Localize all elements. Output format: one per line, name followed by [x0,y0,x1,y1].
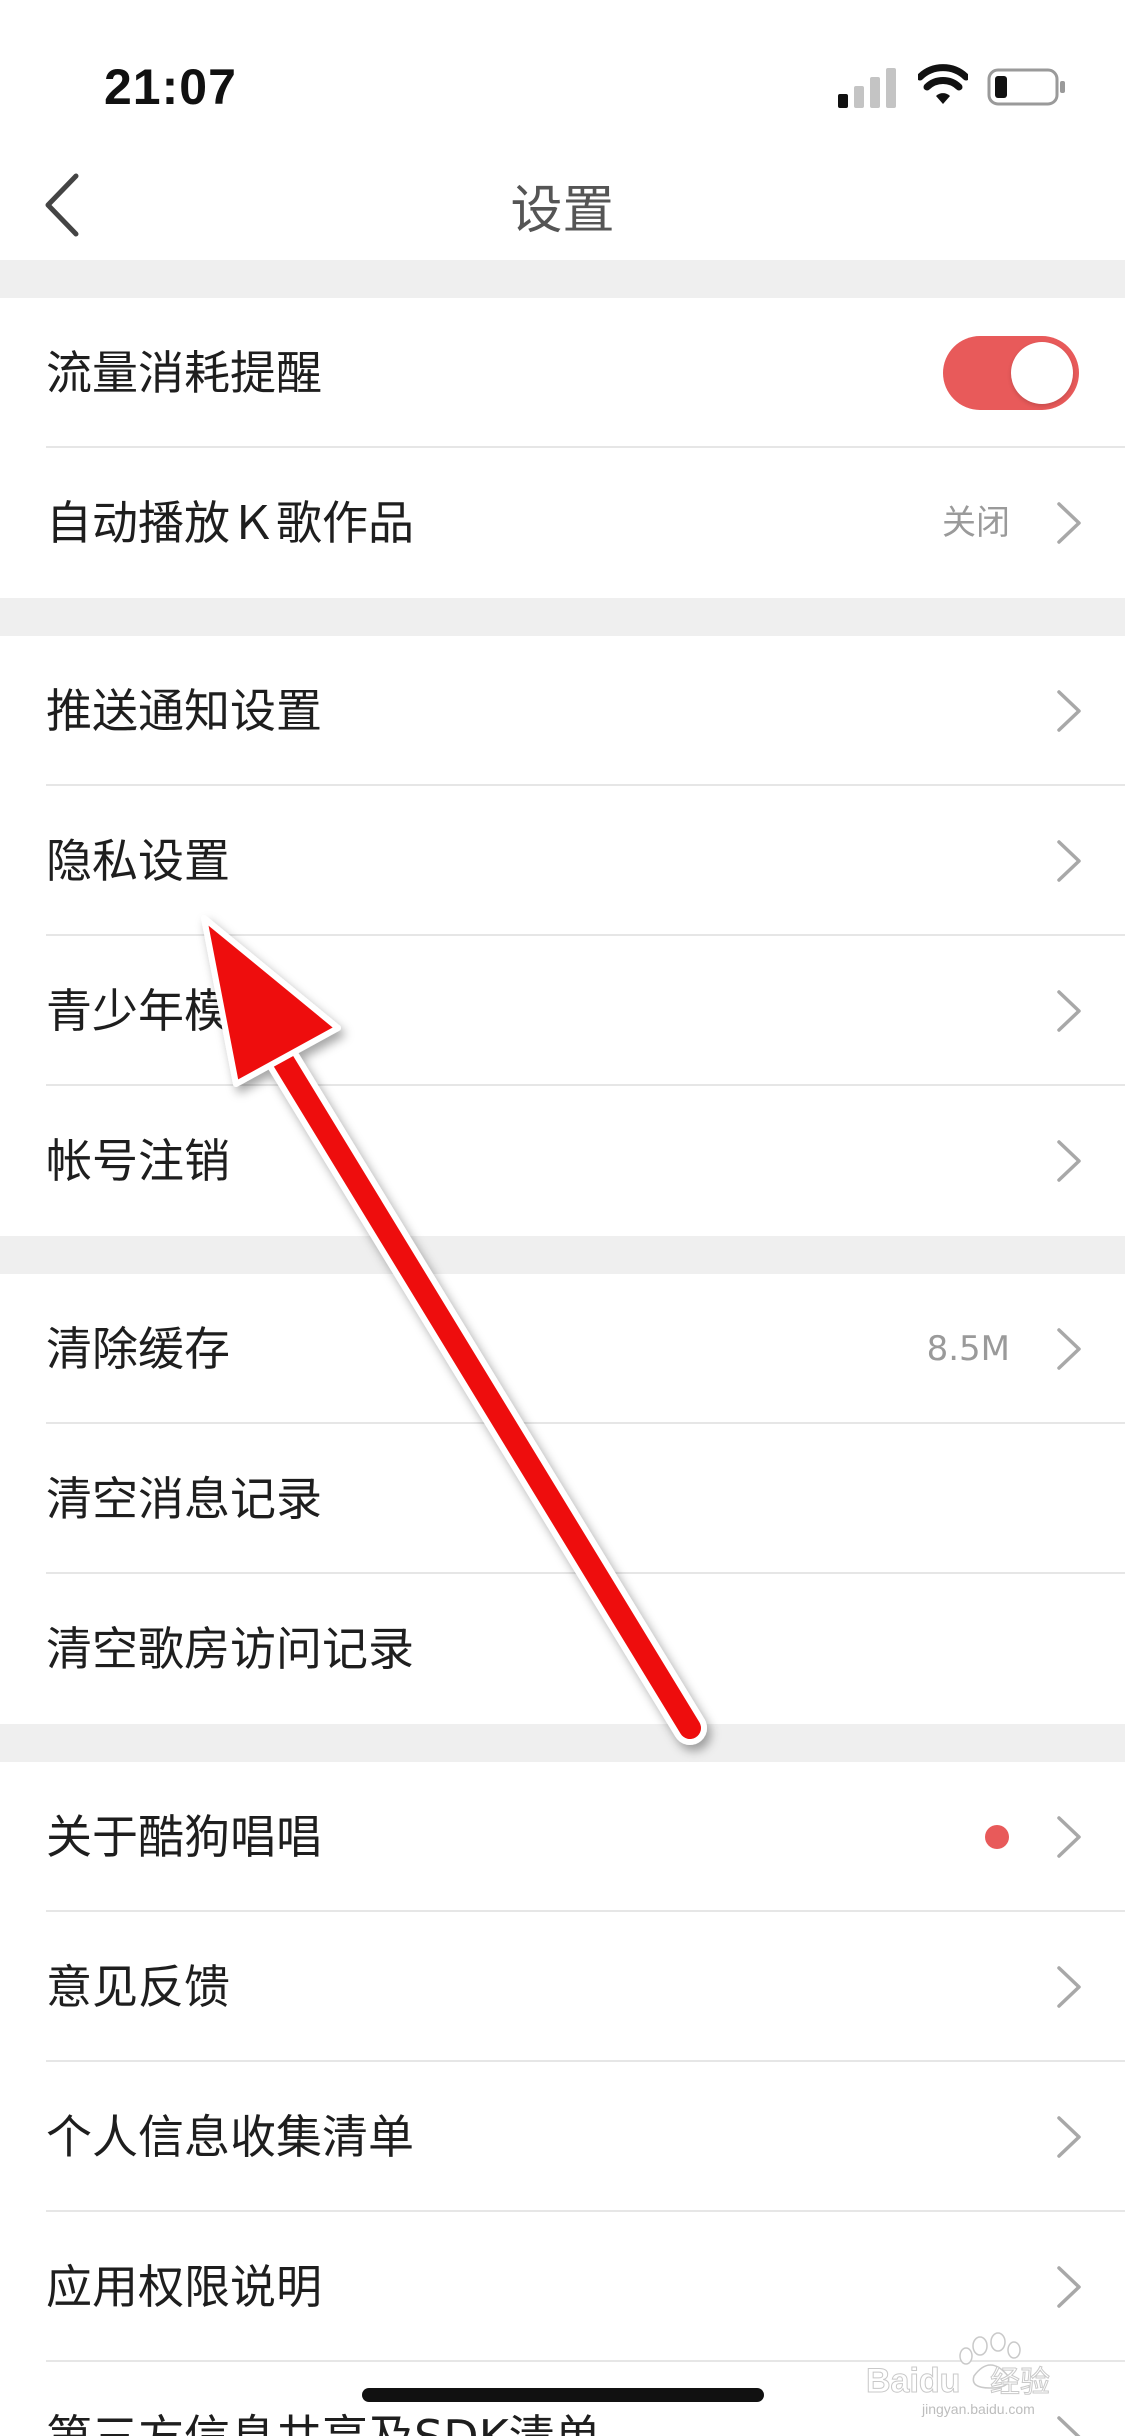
battery-icon [987,68,1065,106]
svg-text:经验: 经验 [990,2365,1050,2400]
row-label: 流量消耗提醒 [46,346,322,400]
row-personal-info-list[interactable]: 个人信息收集清单 [0,2062,1125,2212]
row-label: 青少年模式 [46,984,276,1038]
chevron-right-icon [1057,1140,1081,1182]
row-label: 意见反馈 [46,1960,230,2014]
row-clear-cache[interactable]: 清除缓存 8.5M [0,1274,1125,1424]
row-teen-mode[interactable]: 青少年模式 [0,936,1125,1086]
chevron-right-icon [1057,1966,1081,2008]
svg-text:jingyan.baidu.com: jingyan.baidu.com [921,2401,1035,2417]
chevron-right-icon [1057,840,1081,882]
chevron-right-icon [1057,1816,1081,1858]
row-push-notifications[interactable]: 推送通知设置 [0,636,1125,786]
row-about[interactable]: 关于酷狗唱唱 [0,1762,1125,1912]
section-separator [0,260,1125,298]
row-label: 应用权限说明 [46,2260,322,2314]
row-label: 个人信息收集清单 [46,2110,414,2164]
section-separator [0,1724,1125,1762]
row-label: 清空消息记录 [46,1472,322,1526]
chevron-right-icon [1057,502,1081,544]
data-usage-toggle[interactable] [943,336,1079,410]
chevron-right-icon [1057,2266,1081,2308]
row-clear-room-history[interactable]: 清空歌房访问记录 [0,1574,1125,1724]
row-label: 隐私设置 [46,834,230,888]
chevron-right-icon [1057,2116,1081,2158]
section-separator [0,598,1125,636]
row-feedback[interactable]: 意见反馈 [0,1912,1125,2062]
row-label: 清空歌房访问记录 [46,1622,414,1676]
section-separator [0,1236,1125,1274]
row-label: 关于酷狗唱唱 [46,1810,322,1864]
svg-text:Baidu: Baidu [866,2362,960,2400]
status-time: 21:07 [104,59,237,115]
row-account-deletion[interactable]: 帐号注销 [0,1086,1125,1236]
toggle-knob [1011,342,1073,404]
row-clear-messages[interactable]: 清空消息记录 [0,1424,1125,1574]
row-data-usage-reminder[interactable]: 流量消耗提醒 [0,298,1125,448]
new-badge-dot [985,1825,1009,1849]
row-value: 8.5M [926,1329,1010,1369]
page-title: 设置 [510,181,615,241]
status-bar: 21:07 [0,0,1125,140]
chevron-right-icon [1057,1328,1081,1370]
row-label: 推送通知设置 [46,684,322,738]
wifi-icon [918,64,968,104]
nav-bar: 设置 [0,140,1125,260]
chevron-right-icon [1057,690,1081,732]
baidu-jingyan-watermark: Baidu 经验 jingyan.baidu.com [866,2332,1051,2417]
chevron-right-icon [1057,990,1081,1032]
row-value: 关闭 [942,503,1010,543]
row-label: 帐号注销 [46,1134,230,1188]
row-label: 清除缓存 [46,1322,230,1376]
row-autoplay-karaoke[interactable]: 自动播放Ｋ歌作品 关闭 [0,448,1125,598]
row-privacy-settings[interactable]: 隐私设置 [0,786,1125,936]
row-label: 自动播放Ｋ歌作品 [46,496,414,550]
home-indicator[interactable] [362,2388,764,2402]
signal-icon [838,68,896,108]
